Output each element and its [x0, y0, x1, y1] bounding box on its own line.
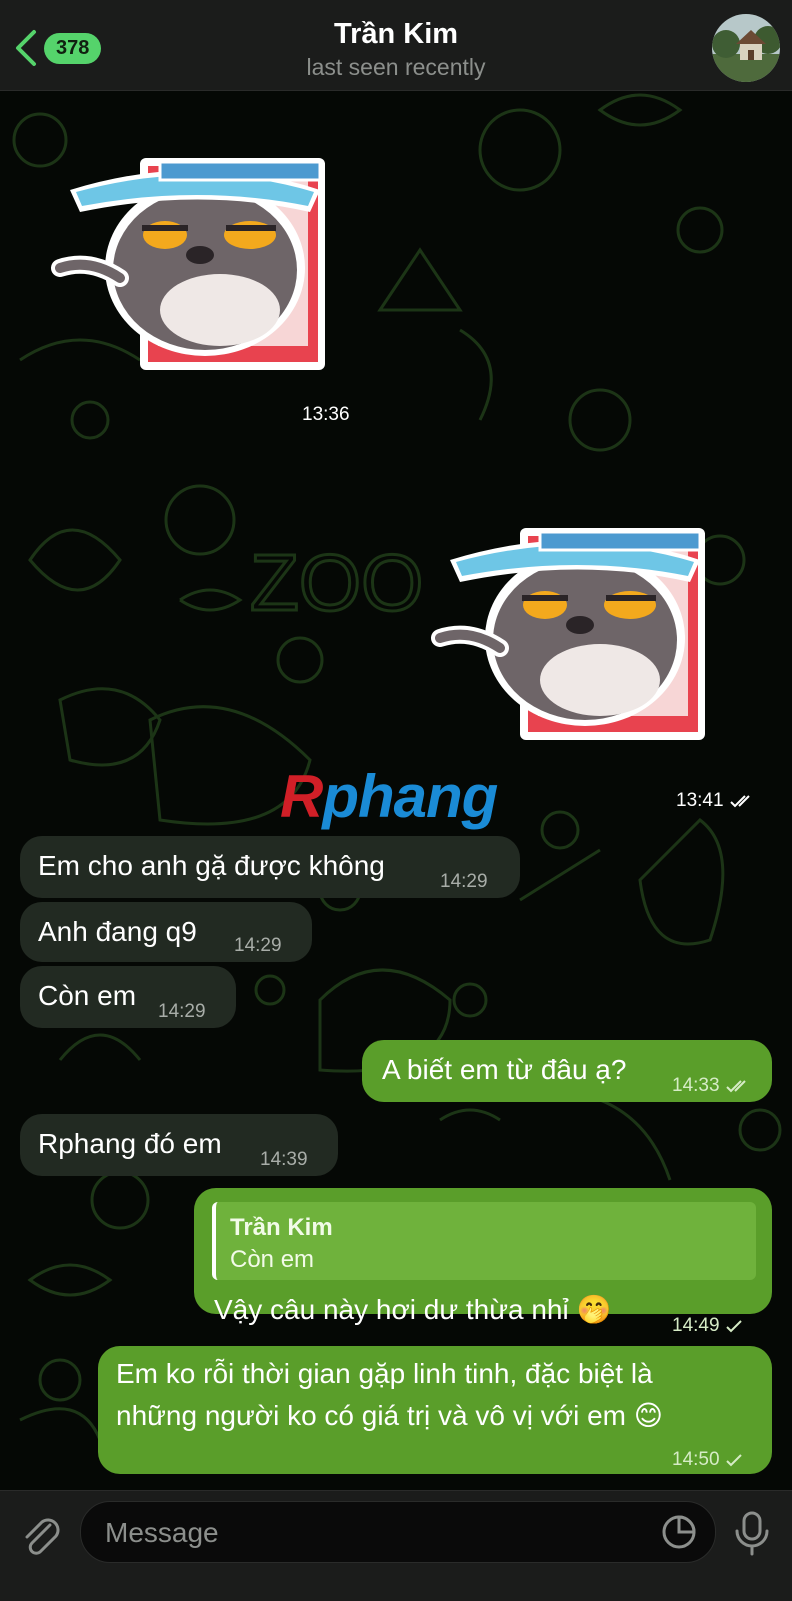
- message-time-text: 14:50: [672, 1449, 720, 1470]
- outgoing-message-bubble[interactable]: Em ko rỗi thời gian gặp linh tinh, đặc b…: [98, 1346, 772, 1474]
- paperclip-icon[interactable]: [18, 1513, 64, 1559]
- avatar-image: [712, 14, 780, 82]
- message-text: Rphang đó em: [38, 1128, 222, 1159]
- svg-text:ZOO: ZOO: [250, 538, 423, 627]
- chat-header: 378 Trần Kim last seen recently: [0, 0, 792, 91]
- message-composer: [0, 1490, 792, 1601]
- reply-sender-name: Trần Kim: [230, 1214, 333, 1241]
- double-check-icon: [726, 1080, 746, 1093]
- reply-quote[interactable]: Trần Kim Còn em: [212, 1202, 756, 1280]
- message-text: Còn em: [38, 980, 137, 1011]
- message-time: 14:50: [672, 1442, 745, 1478]
- contact-name[interactable]: Trần Kim: [0, 18, 792, 51]
- message-time: 14:49: [672, 1308, 745, 1344]
- message-input[interactable]: [103, 1510, 627, 1556]
- reply-quoted-text: Còn em: [230, 1246, 315, 1273]
- contact-avatar[interactable]: [712, 14, 780, 82]
- incoming-message-bubble[interactable]: Rphang đó em 14:39: [20, 1114, 338, 1176]
- double-check-icon: [730, 795, 750, 808]
- watermark-logo: Rphang: [280, 763, 498, 830]
- check-icon: [726, 1454, 742, 1467]
- message-time: 14:33: [672, 1068, 753, 1104]
- message-text: Anh đang q9: [38, 916, 197, 947]
- outgoing-message-bubble[interactable]: A biết em từ đâu ạ? 14:33: [362, 1040, 772, 1102]
- message-text: Em cho anh gặ được không: [38, 850, 385, 881]
- message-time-text: 14:33: [672, 1075, 720, 1096]
- message-time: 14:29: [158, 1001, 206, 1022]
- message-text: Vậy câu này hơi dư thừa nhỉ 🤭: [214, 1294, 612, 1325]
- check-icon: [726, 1320, 742, 1333]
- incoming-message-bubble[interactable]: Em cho anh gặ được không 14:29: [20, 836, 520, 898]
- message-time-text: 14:49: [672, 1315, 720, 1336]
- raccoon-sticker[interactable]: [50, 150, 340, 380]
- incoming-message-bubble[interactable]: Anh đang q9 14:29: [20, 902, 312, 962]
- raccoon-sticker[interactable]: [430, 520, 720, 750]
- sticker-time: 13:36: [302, 404, 350, 425]
- message-text-line: những người ko có giá trị và vô vị với e…: [116, 1400, 663, 1431]
- message-time: 14:39: [260, 1149, 308, 1170]
- message-time: 14:29: [234, 935, 282, 956]
- message-text: A biết em từ đâu ạ?: [382, 1054, 627, 1085]
- sticker-time: 13:41: [676, 790, 757, 812]
- message-input-field[interactable]: [80, 1501, 716, 1563]
- outgoing-message-bubble[interactable]: Trần Kim Còn em Vậy câu này hơi dư thừa …: [194, 1188, 772, 1336]
- sticker-icon[interactable]: [661, 1514, 697, 1550]
- incoming-message-bubble[interactable]: Còn em 14:29: [20, 966, 236, 1028]
- microphone-icon[interactable]: [730, 1509, 774, 1557]
- sticker-time-text: 13:41: [676, 790, 724, 811]
- message-time: 14:29: [440, 871, 488, 892]
- contact-status: last seen recently: [306, 54, 486, 80]
- message-text-line: Em ko rỗi thời gian gặp linh tinh, đặc b…: [116, 1358, 653, 1389]
